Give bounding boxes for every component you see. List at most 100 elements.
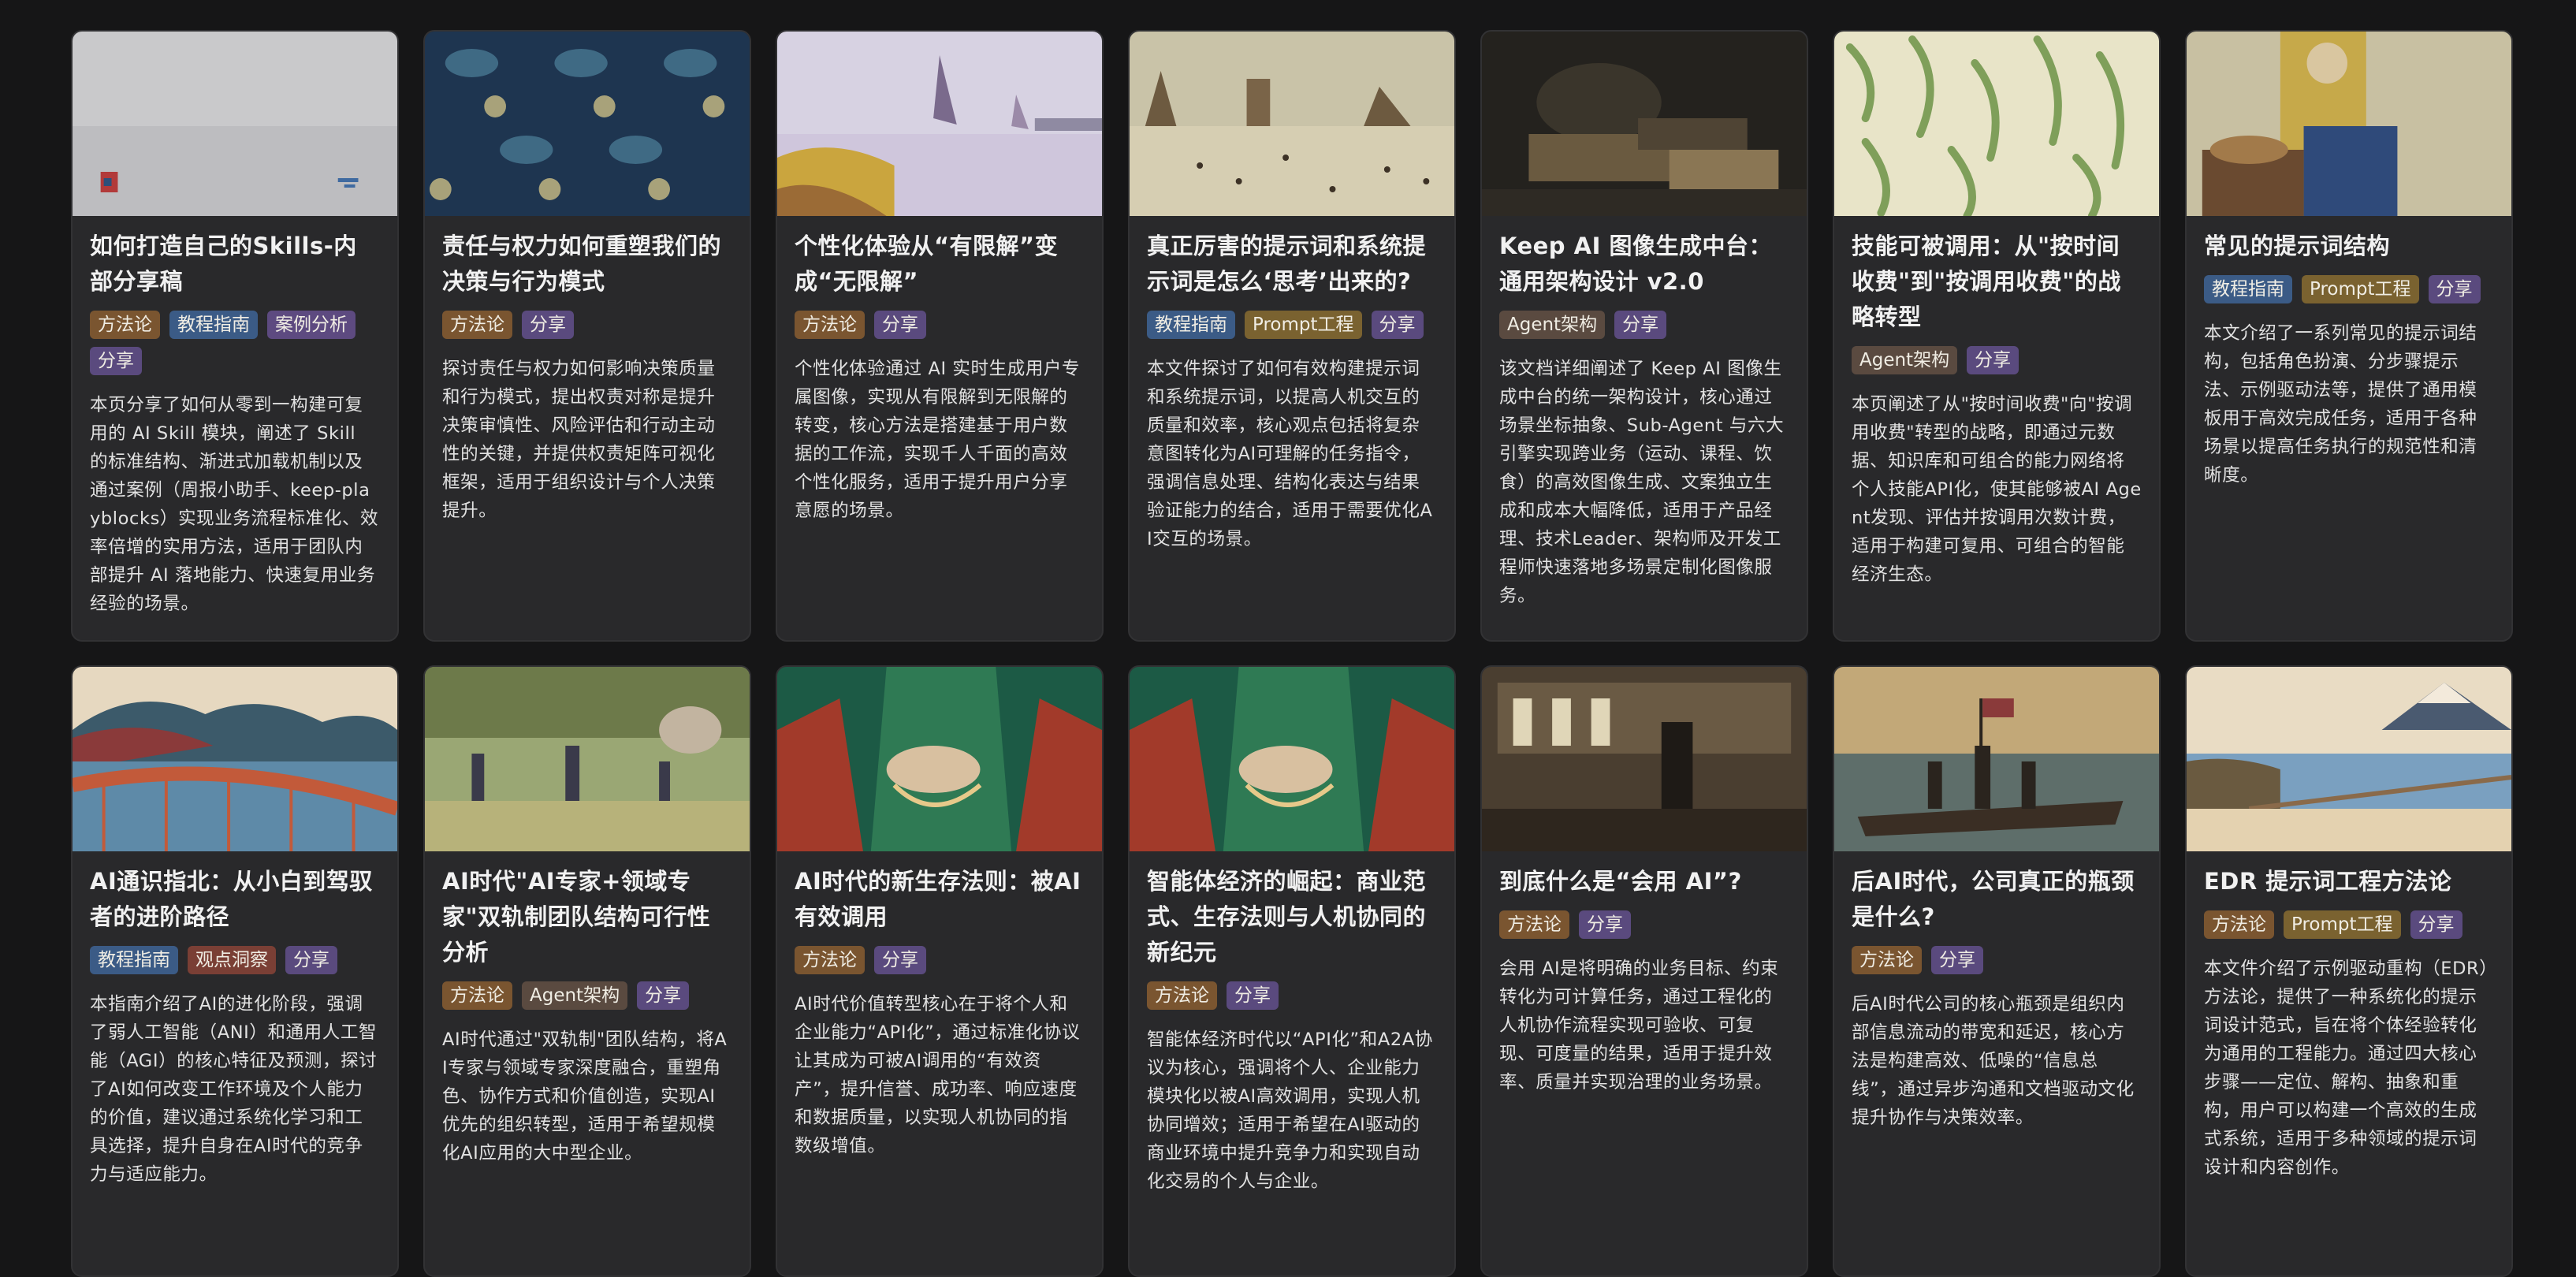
tag-badge[interactable]: Agent架构 xyxy=(1499,311,1606,339)
article-card-7[interactable]: 常见的提示词结构 教程指南 Prompt工程 分享 本文介绍了一系列常见的提示词结构… xyxy=(2185,30,2513,642)
article-card-13[interactable]: 后AI时代，公司真正的瓶颈是什么? 方法论 分享 后AI时代公司的核心瓶颈是组织内… xyxy=(1833,665,2161,1277)
article-card-8[interactable]: AI通识指北：从小白到驾驭者的进阶路径 教程指南 观点洞察 分享 本指南介绍了AI的… xyxy=(71,665,399,1277)
tag-badge[interactable]: 方法论 xyxy=(442,311,512,339)
card-title[interactable]: 常见的提示词结构 xyxy=(2204,229,2494,264)
milkmaid-thumbnail[interactable] xyxy=(2187,32,2511,216)
card-tags: 方法论 Agent架构 分享 xyxy=(442,981,732,1010)
bird-pattern-thumbnail[interactable] xyxy=(425,32,750,216)
card-title[interactable]: 到底什么是“会用 AI”? xyxy=(1499,864,1789,899)
card-title[interactable]: Keep AI 图像生成中台：通用架构设计 v2.0 xyxy=(1499,229,1789,300)
card-description: 会用 AI是将明确的业务目标、约束转化为可计算任务，通过工程化的人机协作流程实现… xyxy=(1499,959,1779,1093)
card-title[interactable]: AI通识指北：从小白到驾驭者的进阶路径 xyxy=(90,864,380,935)
card-description: 后AI时代公司的核心瓶颈是组织内部信息流动的带宽和延迟，核心方法是构建高效、低噪… xyxy=(1852,994,2135,1128)
river-crossing-thumbnail[interactable] xyxy=(1834,667,2159,851)
willow-pattern-thumbnail[interactable] xyxy=(1834,32,2159,216)
tag-badge[interactable]: 分享 xyxy=(1967,346,2019,374)
tag-badge[interactable]: 分享 xyxy=(2410,910,2462,939)
card-title[interactable]: 后AI时代，公司真正的瓶颈是什么? xyxy=(1852,864,2142,935)
card-title[interactable]: AI时代的新生存法则：被AI有效调用 xyxy=(795,864,1085,935)
tag-badge[interactable]: 分享 xyxy=(874,311,926,339)
tag-badge[interactable]: 方法论 xyxy=(795,946,865,974)
card-title[interactable]: 个性化体验从“有限解”变成“无限解” xyxy=(795,229,1085,300)
card-body: Keep AI 图像生成中台：通用架构设计 v2.0 Agent架构 分享 该文档… xyxy=(1482,216,1807,626)
winter-landscape-thumbnail[interactable] xyxy=(1130,32,1454,216)
card-description: 本文介绍了一系列常见的提示词结构，包括角色扮演、分步骤提示法、示例驱动法等，提供… xyxy=(2204,323,2477,486)
tag-badge[interactable]: Agent架构 xyxy=(522,981,628,1010)
tag-badge[interactable]: 案例分析 xyxy=(267,311,356,339)
tag-badge[interactable]: 分享 xyxy=(90,347,142,375)
card-title[interactable]: 责任与权力如何重塑我们的决策与行为模式 xyxy=(442,229,732,300)
tag-badge[interactable]: 观点洞察 xyxy=(188,946,276,974)
tag-badge[interactable]: 分享 xyxy=(285,946,337,974)
tag-badge[interactable]: 教程指南 xyxy=(1147,311,1235,339)
card-body: 责任与权力如何重塑我们的决策与行为模式 方法论 分享 探讨责任与权力如何影响决策质… xyxy=(425,216,750,541)
article-card-2[interactable]: 责任与权力如何重塑我们的决策与行为模式 方法论 分享 探讨责任与权力如何影响决策质… xyxy=(423,30,751,642)
tag-badge[interactable]: 方法论 xyxy=(795,311,865,339)
card-tags: Agent架构 分享 xyxy=(1499,311,1789,339)
article-card-4[interactable]: 真正厉害的提示词和系统提示词是怎么‘思考’出来的? 教程指南 Prompt工程 分享… xyxy=(1128,30,1456,642)
tag-badge[interactable]: 方法论 xyxy=(442,981,512,1010)
card-body: 技能可被调用：从"按时间收费"到"按调用收费"的战略转型 Agent架构 分享 本… xyxy=(1834,216,2159,605)
ukiyoe-bridge-thumbnail[interactable] xyxy=(73,667,397,851)
card-body: AI时代的新生存法则：被AI有效调用 方法论 分享 AI时代价值转型核心在于将个人… xyxy=(777,851,1102,1176)
tag-badge[interactable]: 方法论 xyxy=(1147,981,1217,1010)
tag-badge[interactable]: 分享 xyxy=(637,981,690,1010)
card-description: 本文件探讨了如何有效构建提示词和系统提示词，以提高人机交互的质量和效率，核心观点… xyxy=(1147,359,1433,549)
article-card-14[interactable]: EDR 提示词工程方法论 方法论 Prompt工程 分享 本文件介绍了示例驱动重构（… xyxy=(2185,665,2513,1277)
tag-badge[interactable]: 教程指南 xyxy=(169,311,258,339)
card-title[interactable]: 如何打造自己的Skills-内部分享稿 xyxy=(90,229,380,300)
tag-badge[interactable]: 方法论 xyxy=(1852,946,1922,974)
tag-badge[interactable]: 分享 xyxy=(1371,311,1424,339)
card-description: 智能体经济时代以“API化”和A2A协议为核心，强调将个人、企业能力模块化以被A… xyxy=(1147,1029,1433,1192)
tag-badge[interactable]: Prompt工程 xyxy=(1245,311,1362,339)
card-body: EDR 提示词工程方法论 方法论 Prompt工程 分享 本文件介绍了示例驱动重构（… xyxy=(2187,851,2511,1197)
portrait-hands-thumbnail[interactable] xyxy=(1130,667,1454,851)
tag-badge[interactable]: 方法论 xyxy=(2204,910,2274,939)
tag-badge[interactable]: 分享 xyxy=(2428,275,2481,303)
card-description: 探讨责任与权力如何影响决策质量和行为模式，提出权责对称是提升决策审慎性、风险评估… xyxy=(442,359,716,521)
card-description: 本文件介绍了示例驱动重构（EDR）方法论，提供了一种系统化的提示词设计范式，旨在… xyxy=(2204,959,2489,1178)
tag-badge[interactable]: 教程指南 xyxy=(90,946,178,974)
ukiyoe-bay-thumbnail[interactable] xyxy=(2187,667,2511,851)
card-description: 该文档详细阐述了 Keep AI 图像生成中台的统一架构设计，核心通过场景坐标抽… xyxy=(1499,359,1785,606)
tag-badge[interactable]: 分享 xyxy=(1227,981,1279,1010)
card-title[interactable]: EDR 提示词工程方法论 xyxy=(2204,864,2494,899)
card-tags: 教程指南 Prompt工程 分享 xyxy=(1147,311,1437,339)
article-card-5[interactable]: Keep AI 图像生成中台：通用架构设计 v2.0 Agent架构 分享 该文档… xyxy=(1480,30,1808,642)
tag-badge[interactable]: Prompt工程 xyxy=(2284,910,2401,939)
portrait-hands-thumbnail[interactable] xyxy=(777,667,1102,851)
card-body: 个性化体验从“有限解”变成“无限解” 方法论 分享 个性化体验通过 AI 实时生成… xyxy=(777,216,1102,541)
card-tags: 方法论 分享 xyxy=(795,946,1085,974)
paper-abstract-thumbnail[interactable] xyxy=(73,32,397,216)
article-card-6[interactable]: 技能可被调用：从"按时间收费"到"按调用收费"的战略转型 Agent架构 分享 本… xyxy=(1833,30,2161,642)
tag-badge[interactable]: 分享 xyxy=(1579,910,1631,939)
tag-badge[interactable]: 教程指南 xyxy=(2204,275,2292,303)
card-title[interactable]: 真正厉害的提示词和系统提示词是怎么‘思考’出来的? xyxy=(1147,229,1437,300)
harbor-pointillism-thumbnail[interactable] xyxy=(777,32,1102,216)
tag-badge[interactable]: 分享 xyxy=(1614,311,1667,339)
card-title[interactable]: AI时代"AI专家+领域专家"双轨制团队结构可行性分析 xyxy=(442,864,732,970)
tag-badge[interactable]: Prompt工程 xyxy=(2302,275,2419,303)
still-life-dark-thumbnail[interactable] xyxy=(1482,32,1807,216)
card-title[interactable]: 技能可被调用：从"按时间收费"到"按调用收费"的战略转型 xyxy=(1852,229,2142,335)
tag-badge[interactable]: 分享 xyxy=(522,311,574,339)
article-card-12[interactable]: 到底什么是“会用 AI”? 方法论 分享 会用 AI是将明确的业务目标、约束转化为… xyxy=(1480,665,1808,1277)
article-card-9[interactable]: AI时代"AI专家+领域专家"双轨制团队结构可行性分析 方法论 Agent架构 分享… xyxy=(423,665,751,1277)
tag-badge[interactable]: 方法论 xyxy=(1499,910,1569,939)
article-card-10[interactable]: AI时代的新生存法则：被AI有效调用 方法论 分享 AI时代价值转型核心在于将个人… xyxy=(776,665,1104,1277)
card-tags: Agent架构 分享 xyxy=(1852,346,2142,374)
tag-badge[interactable]: 分享 xyxy=(874,946,926,974)
tag-badge[interactable]: 分享 xyxy=(1931,946,1983,974)
card-body: 到底什么是“会用 AI”? 方法论 分享 会用 AI是将明确的业务目标、约束转化为… xyxy=(1482,851,1807,1112)
card-title[interactable]: 智能体经济的崛起：商业范式、生存法则与人机协同的新纪元 xyxy=(1147,864,1437,970)
card-body: 智能体经济的崛起：商业范式、生存法则与人机协同的新纪元 方法论 分享 智能体经济时… xyxy=(1130,851,1454,1212)
article-card-11[interactable]: 智能体经济的崛起：商业范式、生存法则与人机协同的新纪元 方法论 分享 智能体经济时… xyxy=(1128,665,1456,1277)
park-pointillism-thumbnail[interactable] xyxy=(425,667,750,851)
tag-badge[interactable]: Agent架构 xyxy=(1852,346,1958,374)
card-grid: 如何打造自己的Skills-内部分享稿 方法论 教程指南 案例分析 分享 本页分享了如… xyxy=(71,30,2513,1277)
concert-hall-thumbnail[interactable] xyxy=(1482,667,1807,851)
card-tags: 方法论 分享 xyxy=(442,311,732,339)
article-card-3[interactable]: 个性化体验从“有限解”变成“无限解” 方法论 分享 个性化体验通过 AI 实时生成… xyxy=(776,30,1104,642)
tag-badge[interactable]: 方法论 xyxy=(90,311,160,339)
article-card-1[interactable]: 如何打造自己的Skills-内部分享稿 方法论 教程指南 案例分析 分享 本页分享了如… xyxy=(71,30,399,642)
